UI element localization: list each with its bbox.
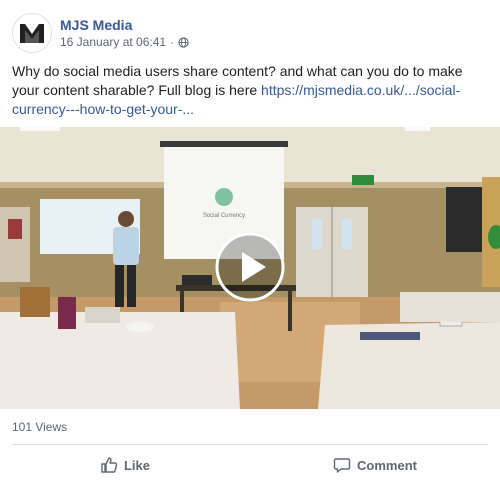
thumbs-up-icon xyxy=(101,457,118,473)
view-count: 101 Views xyxy=(12,420,68,434)
comment-button[interactable]: Comment xyxy=(250,446,500,484)
video-player[interactable]: Social Currency xyxy=(0,127,500,409)
globe-icon[interactable] xyxy=(178,36,189,48)
action-bar: Like Comment xyxy=(0,446,500,484)
post-timestamp[interactable]: 16 January at 06:41 xyxy=(60,34,166,50)
comment-label: Comment xyxy=(357,457,417,473)
post-meta: MJS Media 16 January at 06:41 · xyxy=(60,16,189,50)
page-avatar[interactable] xyxy=(12,13,52,53)
post-text: Why do social media users share content?… xyxy=(12,62,488,119)
divider xyxy=(12,444,488,445)
comment-icon xyxy=(333,458,351,473)
like-button[interactable]: Like xyxy=(0,446,250,484)
page-name-link[interactable]: MJS Media xyxy=(60,16,189,34)
play-icon[interactable] xyxy=(214,231,286,303)
post-header: MJS Media 16 January at 06:41 · xyxy=(12,12,189,54)
post-timestamp-row: 16 January at 06:41 · xyxy=(60,34,189,50)
separator: · xyxy=(170,35,175,49)
slide-text: Social Currency xyxy=(203,213,245,219)
mjs-logo-icon xyxy=(20,24,44,43)
like-label: Like xyxy=(123,457,150,473)
